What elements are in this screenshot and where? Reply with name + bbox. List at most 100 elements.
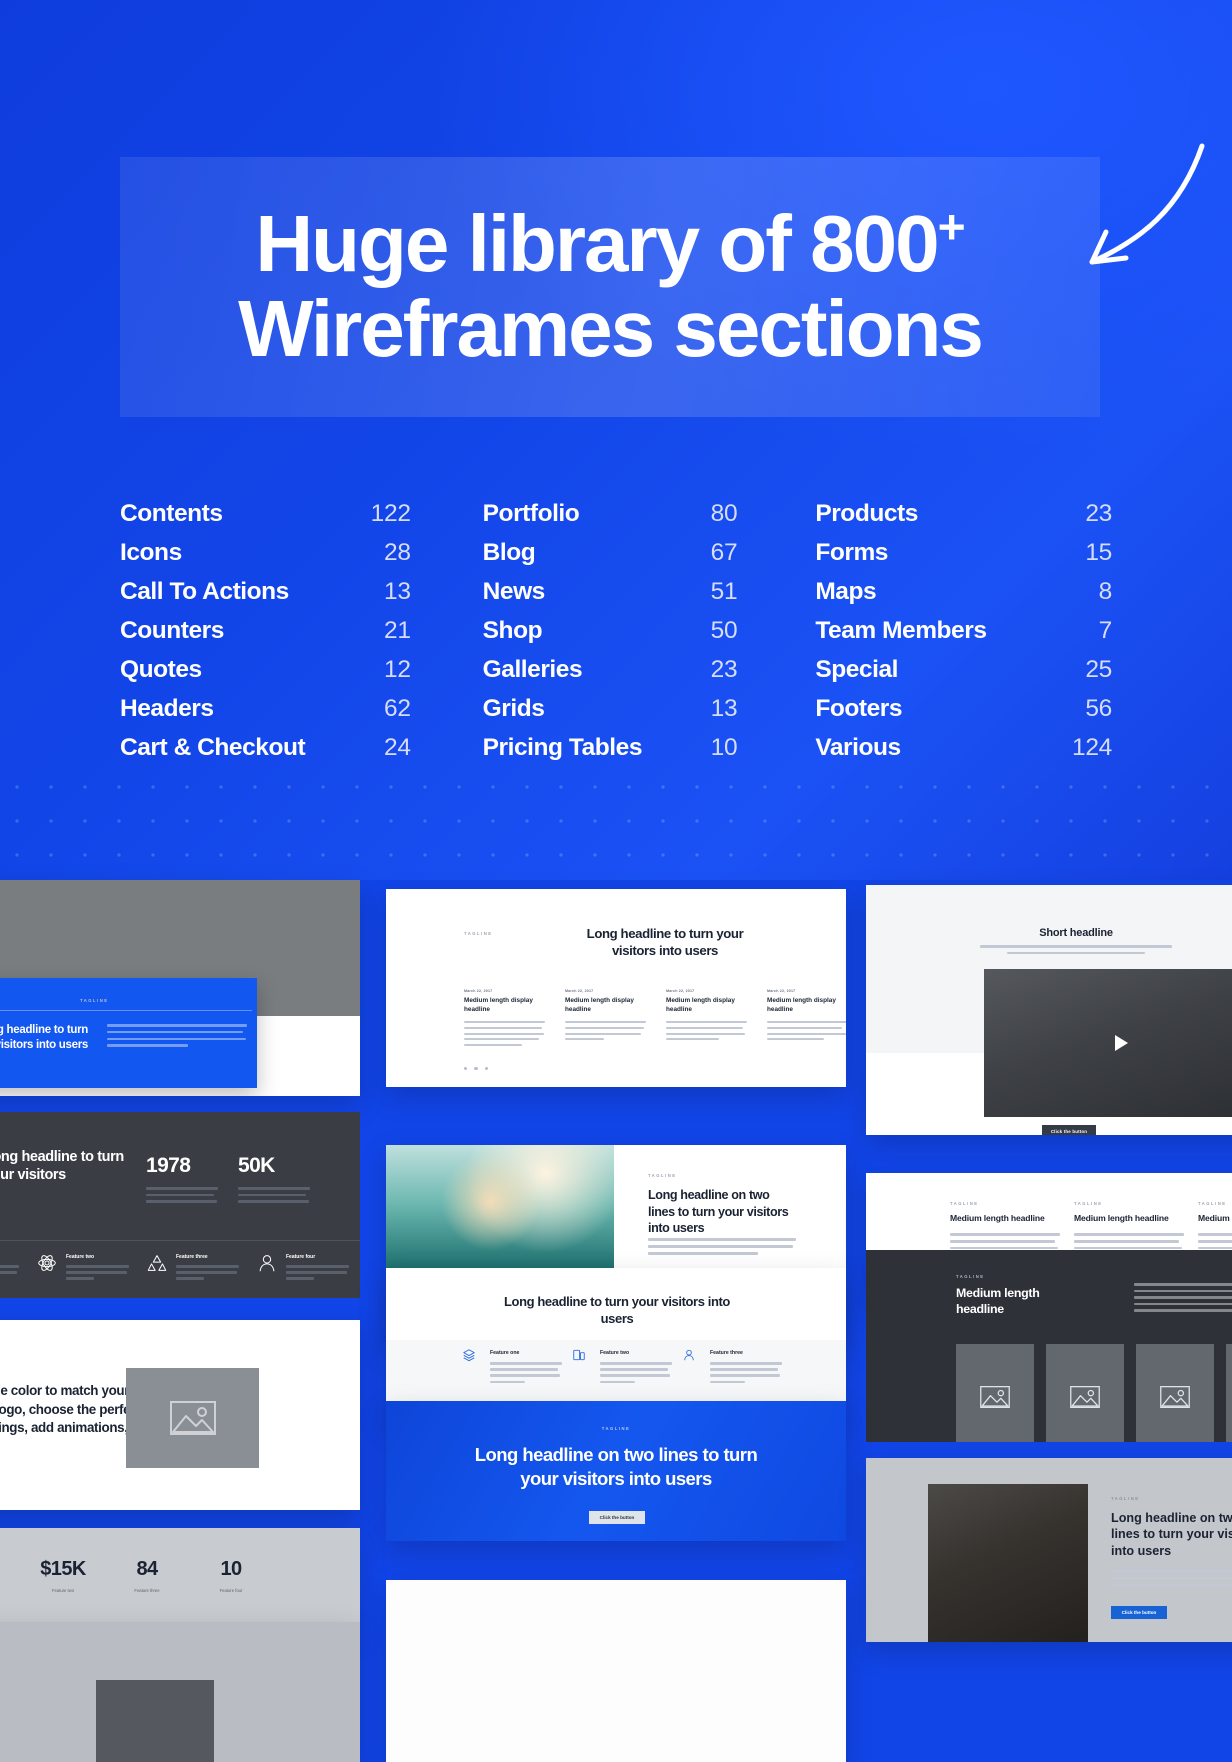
tagline: TAGLINE xyxy=(648,1173,677,1178)
tagline: TAGLINE xyxy=(601,1426,631,1431)
stat-description xyxy=(146,1187,218,1207)
card-body-text xyxy=(980,945,1172,958)
stat-row: Shop 50 xyxy=(451,617,782,656)
card-headline: Long headline on two lines to turn your … xyxy=(648,1188,789,1236)
recycle-icon xyxy=(147,1255,167,1271)
stat-value: 122 xyxy=(370,500,411,527)
wireframe-card-blue-cta[interactable]: TAGLINE Long headline on two lines to tu… xyxy=(386,1401,846,1541)
card-inner-block xyxy=(96,1680,214,1762)
tagline: TAGLINE xyxy=(1111,1496,1140,1501)
tagline: TAGLINE xyxy=(80,998,109,1003)
carousel-dots[interactable] xyxy=(464,1067,489,1071)
stat-row: Portfolio 80 xyxy=(451,500,782,539)
cta-button[interactable]: Click the button xyxy=(1111,1606,1167,1619)
stat-label: Cart & Checkout xyxy=(120,734,306,761)
stat-label: News xyxy=(482,578,546,605)
feature-title: Feature one xyxy=(490,1350,520,1356)
feature-item: Feature two xyxy=(66,1254,132,1283)
gallery-tile[interactable] xyxy=(956,1344,1034,1442)
stat-row: Maps 8 xyxy=(781,578,1112,617)
stat-row: Team Members 7 xyxy=(781,617,1112,656)
wireframe-card-dark-gallery[interactable]: TAGLINE Medium length headline xyxy=(866,1250,1232,1442)
image-placeholder-icon xyxy=(980,1386,1010,1408)
hero-section: Huge library of 800+ Wireframes sections… xyxy=(0,0,1232,880)
feature-title: Feature three xyxy=(176,1254,208,1260)
gallery-tile[interactable] xyxy=(1136,1344,1214,1442)
feature-title: Feature four xyxy=(286,1254,316,1260)
stat-label: Contents xyxy=(120,500,223,527)
post-title: Medium length display headline xyxy=(464,997,533,1013)
post-title: Medium length display headline xyxy=(767,997,836,1013)
stat-value: 23 xyxy=(710,656,738,683)
counter-label: Feature three xyxy=(134,1588,160,1593)
wireframe-card-quote[interactable]: Change the color to match your brand or … xyxy=(0,1320,360,1510)
card-headline: Medium length headline xyxy=(956,1286,1040,1316)
tagline: TAGLINE xyxy=(464,931,493,936)
list-item[interactable]: March 22, 2017 Medium length display hea… xyxy=(767,989,846,1050)
stat-value: 62 xyxy=(384,695,411,722)
stat-value: 28 xyxy=(384,539,411,566)
cta-button[interactable]: Click the button xyxy=(1042,1125,1096,1135)
gallery-tile[interactable] xyxy=(1226,1344,1232,1442)
person-icon xyxy=(259,1255,275,1272)
list-item[interactable]: March 22, 2017 Medium length display hea… xyxy=(565,989,646,1050)
list-item[interactable]: March 22, 2017 Medium length display hea… xyxy=(464,989,545,1050)
stat-row: Galleries 23 xyxy=(451,656,782,695)
play-icon[interactable] xyxy=(1114,1035,1128,1051)
stat-label: Pricing Tables xyxy=(482,734,643,761)
post-date: March 22, 2017 xyxy=(565,989,594,993)
stat-label: Counters xyxy=(120,617,224,644)
wireframe-card-partial-left[interactable] xyxy=(0,1622,360,1762)
wireframe-card-dark-stats[interactable]: Long headline to turn your visitors 1978… xyxy=(0,1112,360,1298)
wireframe-card-blog-list[interactable]: TAGLINE Long headline to turn your visit… xyxy=(386,889,846,1087)
wireframe-card-video[interactable]: Short headline Click the button xyxy=(866,885,1232,1135)
wireframe-card-photo-split[interactable]: TAGLINE Long headline on two lines to tu… xyxy=(866,1458,1232,1642)
stat-value: 21 xyxy=(384,617,411,644)
divider xyxy=(0,1010,252,1011)
stat-value: 10 xyxy=(710,734,738,761)
counter-label: Feature one xyxy=(0,1588,16,1593)
card-headline: Long headline to turn your visitors xyxy=(0,1149,124,1184)
wireframe-card-three-features[interactable]: Long headline to turn your visitors into… xyxy=(386,1268,846,1420)
counter-number: $15K xyxy=(40,1558,86,1580)
dot-pattern-decoration xyxy=(0,770,1232,880)
stat-value: 56 xyxy=(1085,695,1112,722)
tagline: TAGLINE xyxy=(1074,1201,1103,1206)
stat-label: Products xyxy=(815,500,918,527)
stat-value: 13 xyxy=(384,578,411,605)
cta-button[interactable]: Click the button xyxy=(589,1511,645,1524)
feature-title: Feature two xyxy=(66,1254,95,1260)
stat-value: 25 xyxy=(1085,656,1112,683)
column-headline: Medium length headline xyxy=(1198,1213,1232,1223)
card-headline: Long headline on two lines to turn your … xyxy=(474,1444,758,1490)
stat-row: Grids 13 xyxy=(451,695,782,734)
wireframe-card-counters[interactable]: 84K Feature one $15K Feature two 84 Feat… xyxy=(0,1528,360,1628)
counter-item: $15K Feature two xyxy=(26,1558,100,1593)
card-band xyxy=(386,1580,846,1762)
stat-value: 7 xyxy=(1098,617,1113,644)
stat-row: Forms 15 xyxy=(781,539,1112,578)
feature-title: Feature three xyxy=(710,1350,743,1356)
wireframe-card-partial-mid[interactable] xyxy=(386,1580,846,1762)
stat-value: 124 xyxy=(1072,734,1112,761)
stat-value: 8 xyxy=(1098,578,1113,605)
post-date: March 22, 2017 xyxy=(464,989,493,993)
list-item[interactable]: March 22, 2017 Medium length display hea… xyxy=(666,989,747,1050)
feature-item: Feature four xyxy=(286,1254,352,1283)
post-date: March 22, 2017 xyxy=(767,989,796,993)
card-body-text xyxy=(648,1238,796,1259)
card-headline: Long headline on two lines to turn your … xyxy=(1111,1511,1232,1558)
card-body-text xyxy=(107,1024,247,1051)
video-player[interactable] xyxy=(984,969,1232,1117)
stat-value: 67 xyxy=(710,539,738,566)
stat-row: Counters 21 xyxy=(120,617,451,656)
counter-label: Feature four xyxy=(219,1588,243,1593)
wireframe-card-hero-overlay[interactable]: TAGLINE Long headline to turn your visit… xyxy=(0,880,360,1096)
stat-row: Headers 62 xyxy=(120,695,451,734)
stat-number: 50K xyxy=(238,1154,275,1177)
stat-label: Portfolio xyxy=(482,500,580,527)
layers-icon xyxy=(463,1349,475,1362)
image-placeholder-icon xyxy=(1160,1386,1190,1408)
stat-row: Products 23 xyxy=(781,500,1112,539)
gallery-tile[interactable] xyxy=(1046,1344,1124,1442)
